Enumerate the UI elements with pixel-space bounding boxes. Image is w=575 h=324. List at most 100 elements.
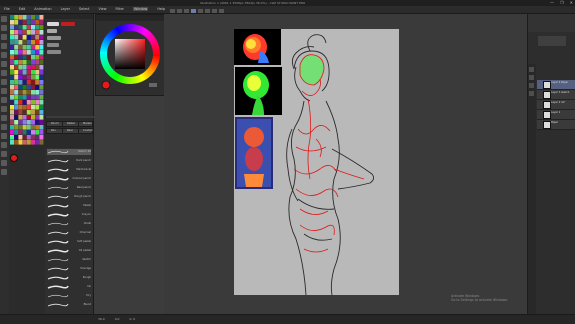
artwork[interactable] — [234, 29, 399, 296]
color-swatch — [22, 60, 27, 65]
brush-item[interactable]: Sketch — [47, 257, 91, 263]
zoom-readout[interactable]: 36.0 — [98, 317, 105, 321]
subtool-tab-pen[interactable] — [47, 22, 59, 26]
brush-item[interactable]: Chalk — [47, 221, 91, 227]
brush-item[interactable]: Rough pencil — [47, 194, 91, 200]
brush-list-panel: Pencil Pastel Marker Pen Real Custom Ske… — [45, 118, 94, 314]
subtool-tab-pencil[interactable] — [61, 22, 75, 26]
maximize-button[interactable]: ❐ — [560, 0, 564, 5]
menu-window[interactable]: Window — [132, 7, 149, 11]
main-color-swatch[interactable] — [10, 154, 18, 162]
pencil-tool-icon[interactable] — [1, 61, 7, 67]
brush-tab-real[interactable]: Real — [62, 128, 79, 134]
decoration-tool-icon[interactable] — [1, 88, 7, 94]
figure-tool-icon[interactable] — [1, 133, 7, 139]
correct-line-tool-icon[interactable] — [1, 169, 7, 175]
ruler-tool-icon[interactable] — [1, 160, 7, 166]
brush-item[interactable]: Dark pencil — [47, 158, 91, 164]
brush-item[interactable]: Real pencil — [47, 185, 91, 191]
brush-item[interactable]: Blend — [47, 302, 91, 308]
layer-item[interactable]: Layer 2 ref — [537, 100, 575, 110]
brush-tab-pen[interactable]: Pen — [46, 128, 63, 134]
brush-tab-pencil[interactable]: Pencil — [46, 121, 63, 127]
undo-icon[interactable] — [191, 9, 196, 13]
gradient-tool-icon[interactable] — [1, 124, 7, 130]
color-swatch — [14, 45, 19, 50]
menu-help[interactable]: Help — [157, 7, 165, 11]
redo-icon[interactable] — [198, 9, 203, 13]
color-wheel[interactable] — [99, 23, 161, 93]
airbrush-tool-icon[interactable] — [1, 79, 7, 85]
eyedropper-tool-icon[interactable] — [1, 43, 7, 49]
eraser-tool-icon[interactable] — [1, 97, 7, 103]
transform-icon[interactable] — [212, 9, 217, 13]
angle-readout[interactable]: 0.0 — [115, 317, 120, 321]
brush-item[interactable]: Crayon — [47, 212, 91, 218]
layer-item[interactable]: Layer 4 Paper — [537, 80, 575, 90]
prop-stabilization[interactable] — [47, 50, 61, 54]
pen-tool-icon[interactable] — [1, 52, 7, 58]
menu-select[interactable]: Select — [79, 7, 89, 11]
prop-anti-aliasing[interactable] — [47, 43, 59, 47]
color-swatch — [26, 55, 31, 60]
mask-icon[interactable] — [529, 91, 534, 96]
color-swatch — [14, 120, 19, 125]
brush-item[interactable]: Pastel — [47, 203, 91, 209]
current-color-indicator[interactable] — [101, 80, 111, 90]
layer-item[interactable]: Layer 3 sketch — [537, 90, 575, 100]
color-swatch — [35, 35, 40, 40]
brush-tab-marker[interactable]: Marker — [78, 121, 93, 127]
brush-item[interactable]: Charcoal — [47, 230, 91, 236]
brush-item[interactable]: Ink — [47, 284, 91, 290]
new-layer-icon[interactable] — [529, 67, 534, 72]
move-tool-icon[interactable] — [1, 25, 7, 31]
color-swatch — [10, 110, 14, 115]
color-swatch — [26, 135, 31, 140]
layer-item[interactable]: Layer 1 — [537, 110, 575, 120]
menu-file[interactable]: File — [4, 7, 10, 11]
brush-item[interactable]: Mechanical — [47, 167, 91, 173]
blend-tool-icon[interactable] — [1, 106, 7, 112]
brush-item[interactable]: Sketch 2B — [47, 149, 91, 155]
layer-item[interactable]: Paper — [537, 120, 575, 130]
minimize-button[interactable]: — — [550, 0, 554, 5]
menu-view[interactable]: View — [99, 7, 107, 11]
brush-item[interactable]: Dry — [47, 293, 91, 299]
fill-tool-icon[interactable] — [1, 115, 7, 121]
open-icon[interactable] — [177, 9, 182, 13]
snap-icon[interactable] — [219, 9, 224, 13]
color-swatch — [39, 65, 44, 70]
navigator-preview[interactable] — [538, 36, 566, 46]
brush-tab-pastel[interactable]: Pastel — [62, 121, 79, 127]
color-swatch — [39, 140, 44, 145]
delete-layer-icon[interactable] — [529, 83, 534, 88]
brush-item[interactable]: Smudge — [47, 266, 91, 272]
menu-layer[interactable]: Layer — [61, 7, 70, 11]
prop-opacity[interactable] — [47, 36, 61, 40]
brush-tool-icon[interactable] — [1, 70, 7, 76]
brush-item[interactable]: Rough — [47, 275, 91, 281]
close-button[interactable]: ✕ — [570, 0, 573, 5]
text-tool-icon[interactable] — [1, 142, 7, 148]
color-swatch — [31, 120, 35, 125]
brush-item[interactable]: Oil pastel — [47, 248, 91, 254]
new-folder-icon[interactable] — [529, 75, 534, 80]
prop-brush-size[interactable] — [47, 29, 57, 33]
canvas-paper[interactable] — [234, 29, 399, 296]
save-icon[interactable] — [184, 9, 189, 13]
new-icon[interactable] — [170, 9, 175, 13]
brush-tab-custom[interactable]: Custom — [78, 128, 93, 134]
brush-item[interactable]: Soft pastel — [47, 239, 91, 245]
menu-filter[interactable]: Filter — [116, 7, 124, 11]
clear-icon[interactable] — [205, 9, 210, 13]
color-swatch — [18, 130, 23, 135]
zoom-tool-icon[interactable] — [1, 16, 7, 22]
color-options-icon[interactable] — [149, 83, 157, 87]
balloon-tool-icon[interactable] — [1, 151, 7, 157]
navigator-panel — [528, 14, 575, 32]
menu-animation[interactable]: Animation — [34, 7, 51, 11]
menu-edit[interactable]: Edit — [19, 7, 26, 11]
color-swatch-grid[interactable] — [10, 15, 44, 145]
brush-item[interactable]: Colored pencil — [47, 176, 91, 182]
select-tool-icon[interactable] — [1, 34, 7, 40]
